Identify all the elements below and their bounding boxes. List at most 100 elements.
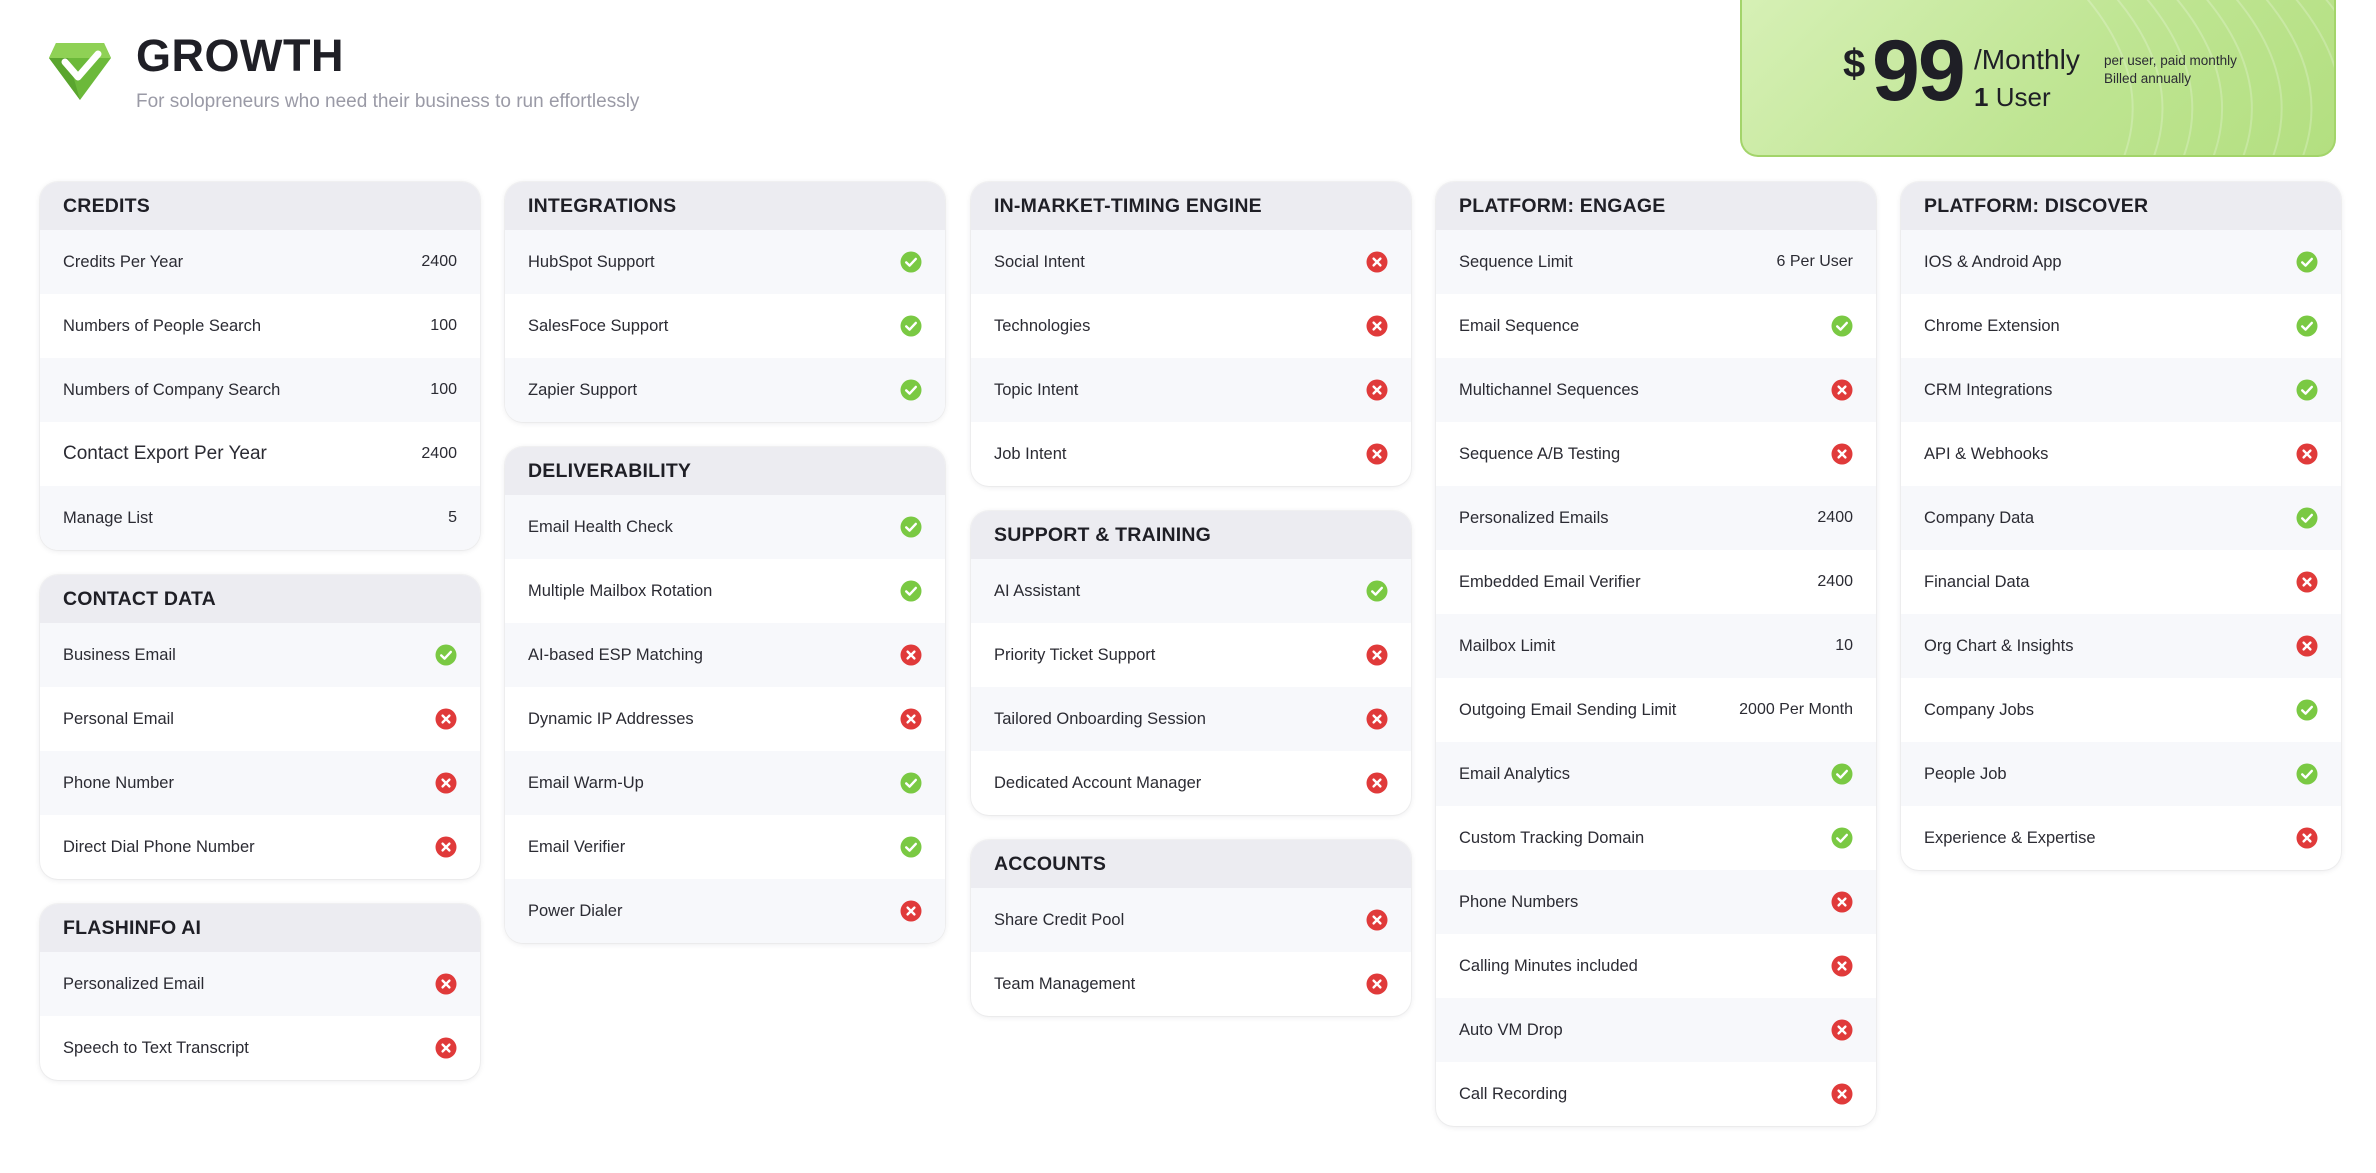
feature-label: API & Webhooks: [1924, 444, 2049, 463]
card-accounts: ACCOUNTS Share Credit Pool Team Management: [971, 840, 1411, 1016]
cross-icon: [435, 973, 457, 995]
feature-row: Email Analytics: [1436, 742, 1876, 806]
feature-row: Multichannel Sequences: [1436, 358, 1876, 422]
cross-icon: [1366, 315, 1388, 337]
check-icon: [1366, 580, 1388, 602]
check-icon: [1831, 827, 1853, 849]
feature-value: 100: [430, 381, 457, 398]
check-icon: [900, 251, 922, 273]
feature-label: Multiple Mailbox Rotation: [528, 581, 713, 600]
feature-label: Multichannel Sequences: [1459, 380, 1639, 399]
feature-row: Team Management: [971, 952, 1411, 1016]
card-title: INTEGRATIONS: [505, 182, 945, 230]
feature-row: Personal Email: [40, 687, 480, 751]
card-body: Personalized Email Speech to Text Transcr…: [40, 952, 480, 1080]
feature-label: Manage List: [63, 508, 153, 527]
feature-row: AI-based ESP Matching: [505, 623, 945, 687]
feature-label: Custom Tracking Domain: [1459, 828, 1645, 847]
check-icon: [900, 379, 922, 401]
card-contact-data: CONTACT DATA Business Email Personal Email…: [40, 575, 480, 879]
feature-label: AI-based ESP Matching: [528, 645, 703, 664]
feature-label: Email Warm-Up: [528, 773, 644, 792]
check-icon: [900, 836, 922, 858]
check-icon: [2296, 507, 2318, 529]
cross-icon: [2296, 635, 2318, 657]
price-note-billing: per user, paid monthly: [2104, 53, 2237, 68]
feature-row: Phone Numbers: [1436, 870, 1876, 934]
feature-row: Chrome Extension: [1901, 294, 2341, 358]
cross-icon: [900, 900, 922, 922]
card-body: Share Credit Pool Team Management: [971, 888, 1411, 1016]
feature-label: Zapier Support: [528, 380, 638, 399]
cross-icon: [2296, 571, 2318, 593]
feature-label: IOS & Android App: [1924, 252, 2062, 271]
feature-label: Auto VM Drop: [1459, 1020, 1563, 1039]
feature-row: Email Verifier: [505, 815, 945, 879]
feature-row: Tailored Onboarding Session: [971, 687, 1411, 751]
check-icon: [2296, 763, 2318, 785]
feature-value: 2400: [1817, 509, 1853, 526]
check-icon: [2296, 315, 2318, 337]
check-icon: [900, 772, 922, 794]
card-body: Email Health Check Multiple Mailbox Rotat…: [505, 495, 945, 943]
feature-row: Manage List 5: [40, 486, 480, 550]
feature-label: Priority Ticket Support: [994, 645, 1156, 664]
cross-icon: [1366, 708, 1388, 730]
cross-icon: [1831, 1083, 1853, 1105]
check-icon: [2296, 699, 2318, 721]
feature-label: Calling Minutes included: [1459, 956, 1638, 975]
card-flashinfo-ai: FLASHINFO AI Personalized Email Speech to …: [40, 904, 480, 1080]
check-icon: [900, 516, 922, 538]
feature-row: Social Intent: [971, 230, 1411, 294]
cross-icon: [435, 708, 457, 730]
card-title: CREDITS: [40, 182, 480, 230]
feature-label: Call Recording: [1459, 1084, 1568, 1103]
cross-icon: [1831, 891, 1853, 913]
feature-row: Embedded Email Verifier 2400: [1436, 550, 1876, 614]
feature-row: Mailbox Limit 10: [1436, 614, 1876, 678]
feature-value: 2400: [1817, 573, 1853, 590]
feature-value: 100: [430, 317, 457, 334]
feature-label: Topic Intent: [994, 380, 1079, 399]
price-amount: 99: [1872, 23, 1966, 119]
feature-label: Business Email: [63, 645, 176, 664]
feature-label: Company Jobs: [1924, 700, 2035, 719]
feature-row: Numbers of Company Search 100: [40, 358, 480, 422]
cross-icon: [435, 1037, 457, 1059]
feature-row: Speech to Text Transcript: [40, 1016, 480, 1080]
feature-value: 2000 Per Month: [1739, 701, 1853, 718]
price-panel-pattern: [2086, 0, 2334, 155]
feature-label: Numbers of People Search: [63, 316, 262, 335]
card-body: Credits Per Year 2400 Numbers of People Se…: [40, 230, 480, 550]
cross-icon: [1831, 955, 1853, 977]
check-icon: [2296, 379, 2318, 401]
check-icon: [1831, 315, 1853, 337]
feature-label: Phone Number: [63, 773, 174, 792]
feature-row: Numbers of People Search 100: [40, 294, 480, 358]
card-integrations: INTEGRATIONS HubSpot Support SalesFoce Sup…: [505, 182, 945, 422]
card-title: CONTACT DATA: [40, 575, 480, 623]
feature-label: Outgoing Email Sending Limit: [1459, 700, 1677, 719]
feature-label: Social Intent: [994, 252, 1085, 271]
feature-label: SalesFoce Support: [528, 316, 669, 335]
feature-label: Personal Email: [63, 709, 174, 728]
card-body: Sequence Limit 6 Per User Email Sequence Mu…: [1436, 230, 1876, 1126]
feature-label: Email Health Check: [528, 517, 673, 536]
feature-label: Numbers of Company Search: [63, 380, 281, 399]
feature-label: Email Sequence: [1459, 316, 1580, 335]
user-label: User: [1995, 82, 2051, 112]
feature-row: Sequence Limit 6 Per User: [1436, 230, 1876, 294]
feature-label: Dedicated Account Manager: [994, 773, 1202, 792]
feature-label: Tailored Onboarding Session: [994, 709, 1206, 728]
feature-row: Job Intent: [971, 422, 1411, 486]
price-users: 1 User: [1974, 82, 2051, 113]
card-title: FLASHINFO AI: [40, 904, 480, 952]
feature-row: Financial Data: [1901, 550, 2341, 614]
card-title: ACCOUNTS: [971, 840, 1411, 888]
feature-row: Dedicated Account Manager: [971, 751, 1411, 815]
price-currency: $: [1843, 42, 1866, 86]
feature-row: Org Chart & Insights: [1901, 614, 2341, 678]
card-title: PLATFORM: ENGAGE: [1436, 182, 1876, 230]
cross-icon: [1831, 379, 1853, 401]
card-platform-engage: PLATFORM: ENGAGE Sequence Limit 6 Per User…: [1436, 182, 1876, 1126]
